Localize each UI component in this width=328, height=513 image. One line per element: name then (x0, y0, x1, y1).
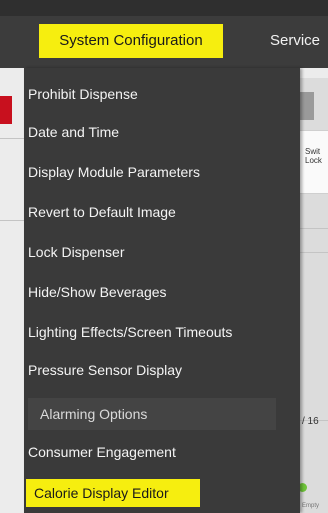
background-divider (0, 220, 24, 221)
tab-system-configuration[interactable]: System Configuration (39, 24, 223, 58)
menu-item-prohibit-dispense[interactable]: Prohibit Dispense (28, 86, 138, 102)
menu-item-hide-show-beverages[interactable]: Hide/Show Beverages (28, 284, 167, 300)
background-counter: / 16 (302, 416, 319, 427)
background-tab[interactable] (300, 92, 314, 120)
menu-item-consumer-engagement[interactable]: Consumer Engagement (28, 444, 176, 460)
alarming-options-label: Alarming Options (40, 406, 148, 422)
background-divider (0, 138, 24, 139)
menu-item-display-module-parameters[interactable]: Display Module Parameters (28, 164, 200, 180)
tab-service[interactable]: Service (270, 24, 320, 58)
background-divider (300, 252, 328, 253)
menu-item-lock-dispenser[interactable]: Lock Dispenser (28, 244, 125, 260)
background-status-label: Empty (302, 503, 320, 509)
background-card-text: Lock (305, 156, 322, 165)
menu-item-lighting-effects[interactable]: Lighting Effects/Screen Timeouts (28, 324, 232, 340)
menu-item-date-and-time[interactable]: Date and Time (28, 124, 119, 140)
background-card-text: Swit (305, 147, 321, 156)
menu-item-revert-default-image[interactable]: Revert to Default Image (28, 204, 176, 220)
background-divider (300, 228, 328, 229)
top-nav-shade (0, 0, 328, 16)
menu-item-pressure-sensor-display[interactable]: Pressure Sensor Display (28, 362, 182, 378)
background-card[interactable]: Swit Lock (300, 130, 328, 194)
top-nav-bar: System Configuration Service (0, 0, 328, 68)
system-configuration-menu: Prohibit Dispense Date and Time Display … (24, 68, 300, 513)
background-red-indicator (0, 96, 12, 124)
menu-item-alarming-options[interactable]: Alarming Options (28, 398, 276, 430)
menu-item-calorie-display-editor[interactable]: Calorie Display Editor (26, 479, 200, 507)
